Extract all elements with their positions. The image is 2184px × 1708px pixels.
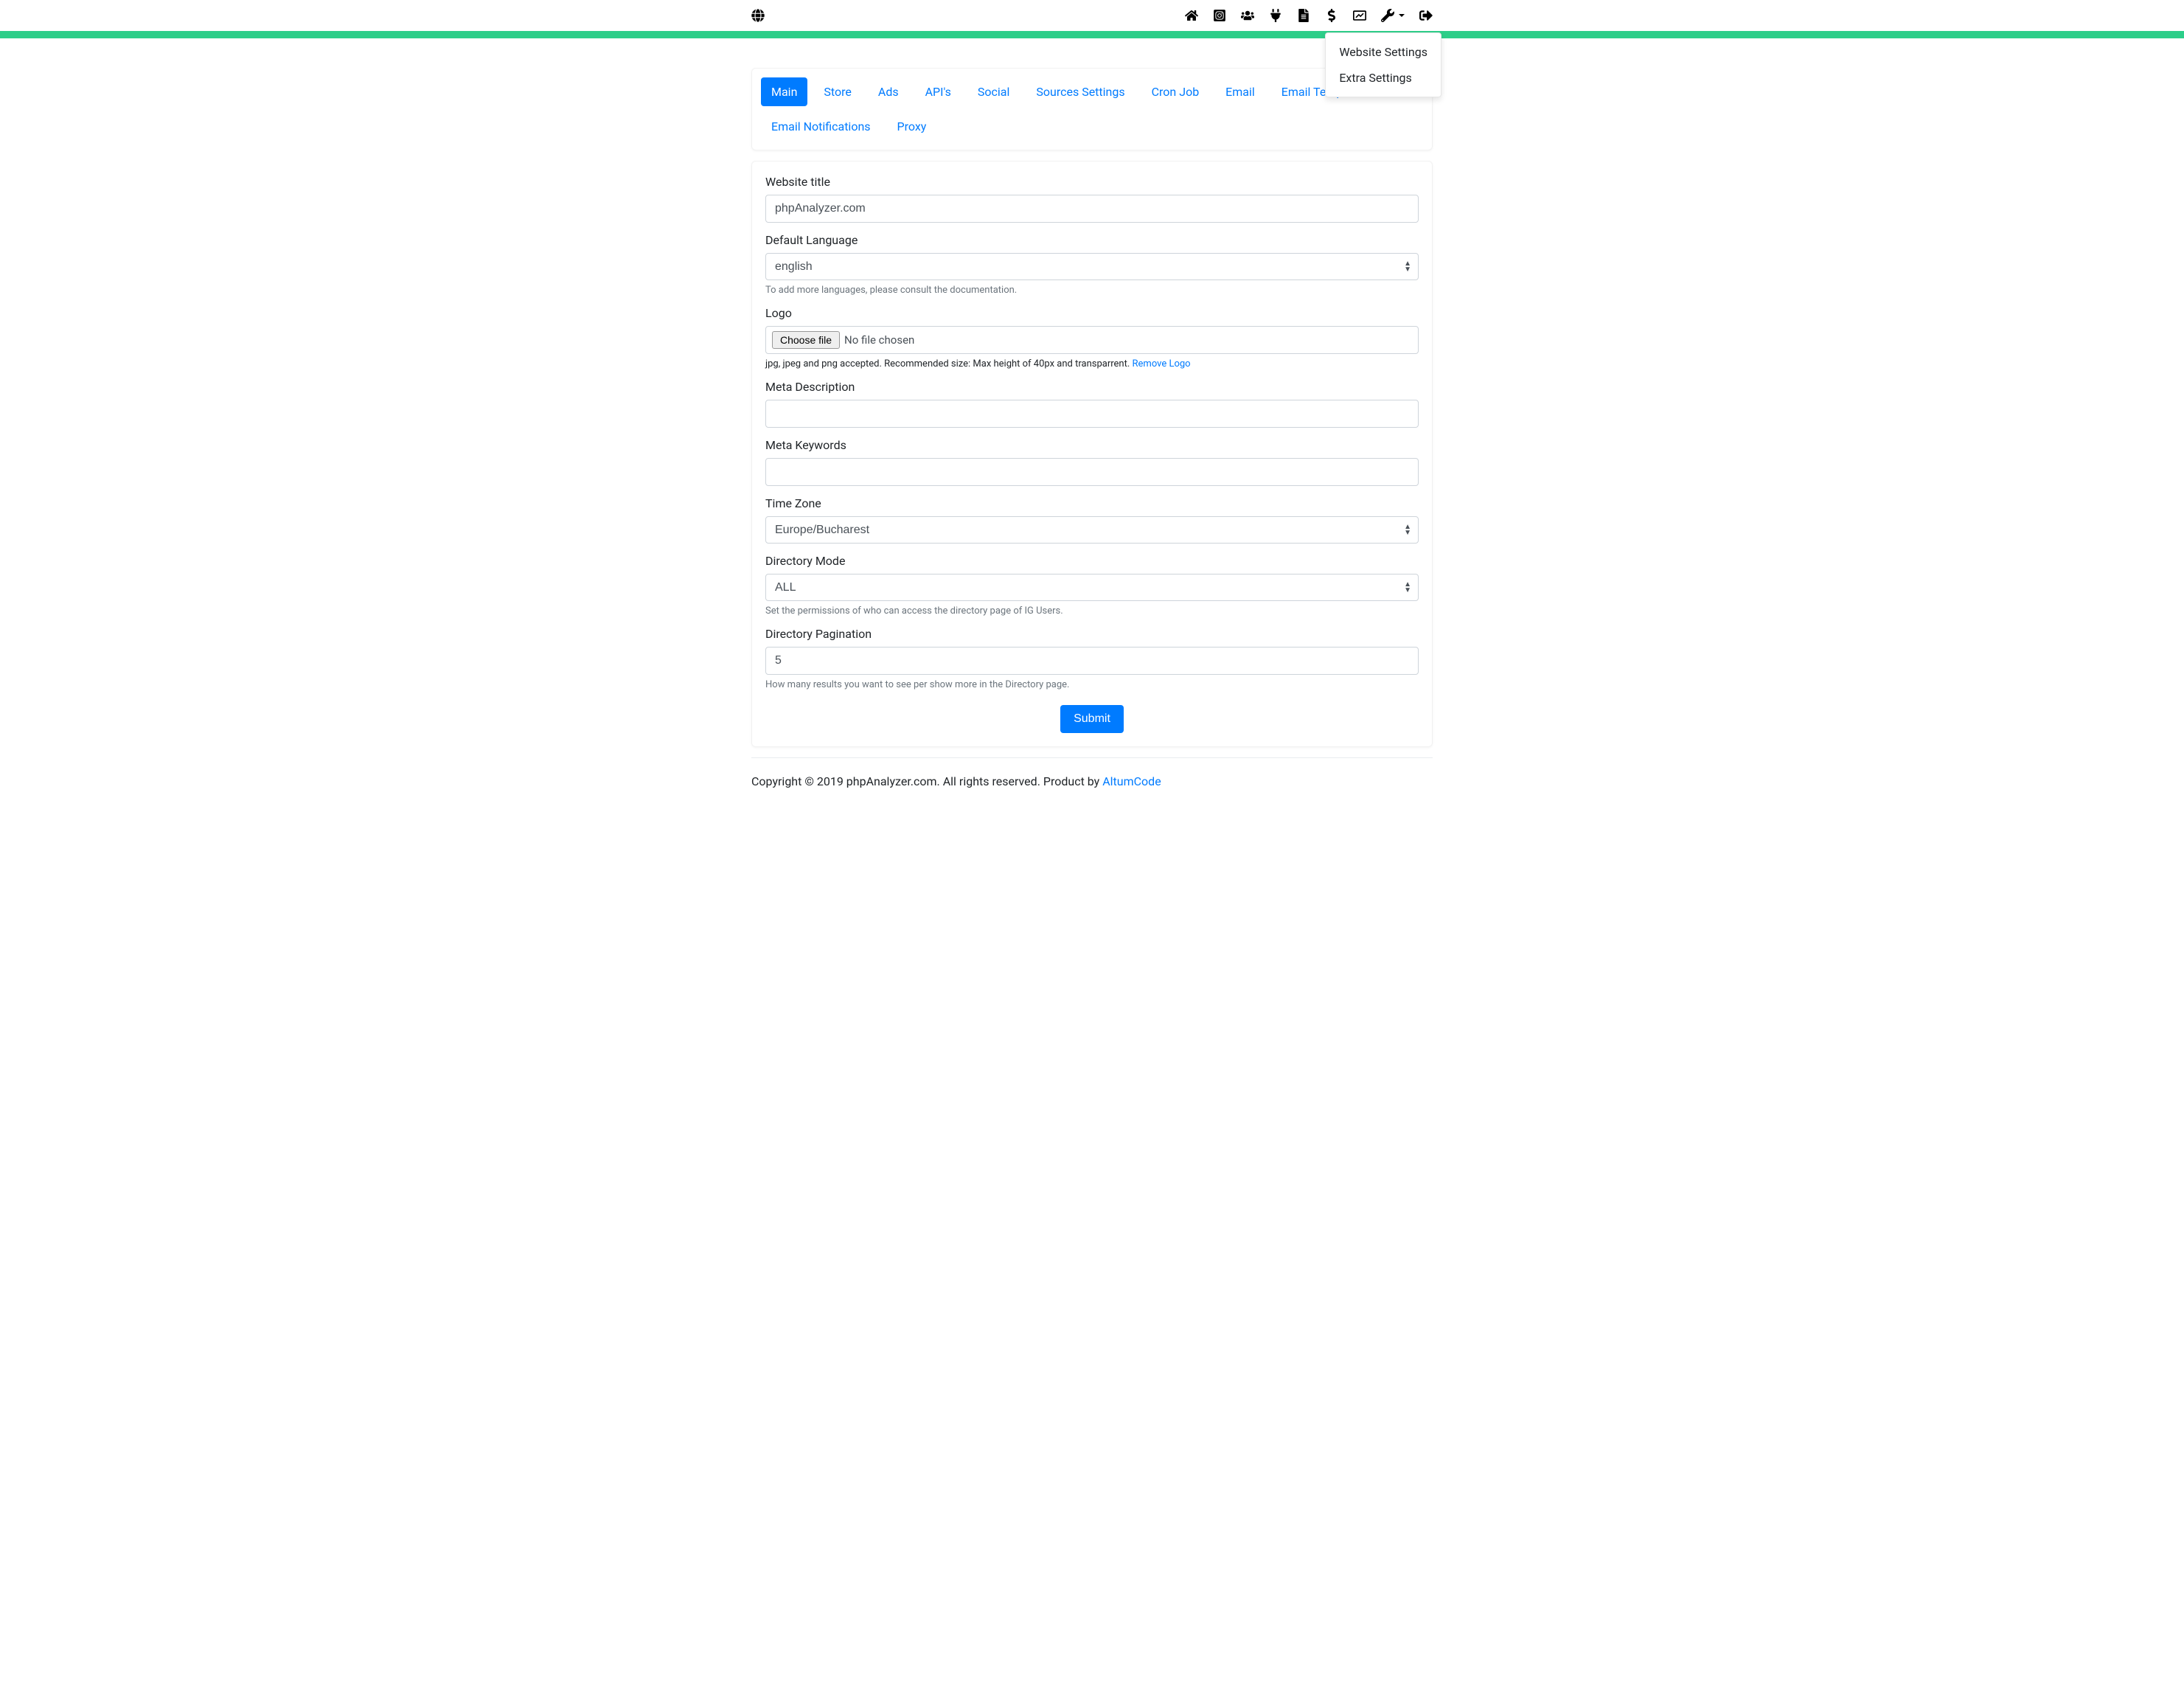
default-language-select[interactable]: english: [765, 253, 1419, 280]
dollar-icon[interactable]: [1325, 9, 1338, 22]
tab-cron-job[interactable]: Cron Job: [1141, 77, 1210, 106]
tab-apis[interactable]: API's: [915, 77, 961, 106]
directory-pagination-label: Directory Pagination: [765, 627, 1419, 641]
choose-file-button[interactable]: Choose file: [772, 331, 840, 349]
tab-proxy[interactable]: Proxy: [887, 112, 937, 141]
website-title-input[interactable]: [765, 195, 1419, 223]
globe-icon[interactable]: [751, 9, 765, 22]
directory-mode-help: Set the permissions of who can access th…: [765, 605, 1419, 617]
time-zone-select[interactable]: Europe/Bucharest: [765, 516, 1419, 544]
plug-icon[interactable]: [1269, 9, 1282, 22]
meta-description-label: Meta Description: [765, 380, 1419, 394]
remove-logo-link[interactable]: Remove Logo: [1133, 358, 1191, 369]
chart-icon[interactable]: [1353, 9, 1366, 22]
directory-mode-select[interactable]: ALL: [765, 574, 1419, 601]
caret-down-icon: [1399, 14, 1405, 17]
default-language-help: To add more languages, please consult th…: [765, 285, 1419, 296]
logo-help: jpg, jpeg and png accepted. Recommended …: [765, 358, 1419, 369]
tab-sources-settings[interactable]: Sources Settings: [1026, 77, 1135, 106]
tab-email-notifications[interactable]: Email Notifications: [761, 112, 881, 141]
users-icon[interactable]: [1241, 9, 1254, 22]
altumcode-link[interactable]: AltumCode: [1102, 774, 1161, 788]
meta-keywords-label: Meta Keywords: [765, 438, 1419, 452]
meta-keywords-input[interactable]: [765, 458, 1419, 486]
accent-bar: [0, 31, 2184, 38]
tab-store[interactable]: Store: [813, 77, 861, 106]
website-title-label: Website title: [765, 175, 1419, 189]
settings-dropdown-menu: Website Settings Extra Settings: [1325, 32, 1441, 97]
submit-button[interactable]: Submit: [1060, 705, 1124, 733]
directory-pagination-input[interactable]: [765, 647, 1419, 675]
file-icon[interactable]: [1297, 9, 1310, 22]
logo-file-input[interactable]: Choose file No file chosen: [765, 326, 1419, 354]
time-zone-label: Time Zone: [765, 496, 1419, 510]
home-icon[interactable]: [1185, 9, 1198, 22]
directory-mode-label: Directory Mode: [765, 554, 1419, 568]
tab-social[interactable]: Social: [967, 77, 1020, 106]
settings-form: Website title Default Language english ▲…: [751, 161, 1433, 747]
file-status-text: No file chosen: [844, 333, 914, 347]
dropdown-item-website-settings[interactable]: Website Settings: [1326, 39, 1441, 65]
wrench-dropdown[interactable]: Website Settings Extra Settings: [1381, 9, 1405, 22]
default-language-label: Default Language: [765, 233, 1419, 247]
footer: Copyright © 2019 phpAnalyzer.com. All ri…: [751, 757, 1433, 805]
meta-description-input[interactable]: [765, 400, 1419, 428]
logout-icon[interactable]: [1419, 9, 1433, 22]
wrench-icon: [1381, 9, 1394, 22]
tab-ads[interactable]: Ads: [868, 77, 909, 106]
tab-main[interactable]: Main: [761, 77, 807, 106]
instagram-icon[interactable]: [1213, 9, 1226, 22]
dropdown-item-extra-settings[interactable]: Extra Settings: [1326, 65, 1441, 91]
directory-pagination-help: How many results you want to see per sho…: [765, 679, 1419, 690]
tab-email[interactable]: Email: [1215, 77, 1265, 106]
logo-label: Logo: [765, 306, 1419, 320]
